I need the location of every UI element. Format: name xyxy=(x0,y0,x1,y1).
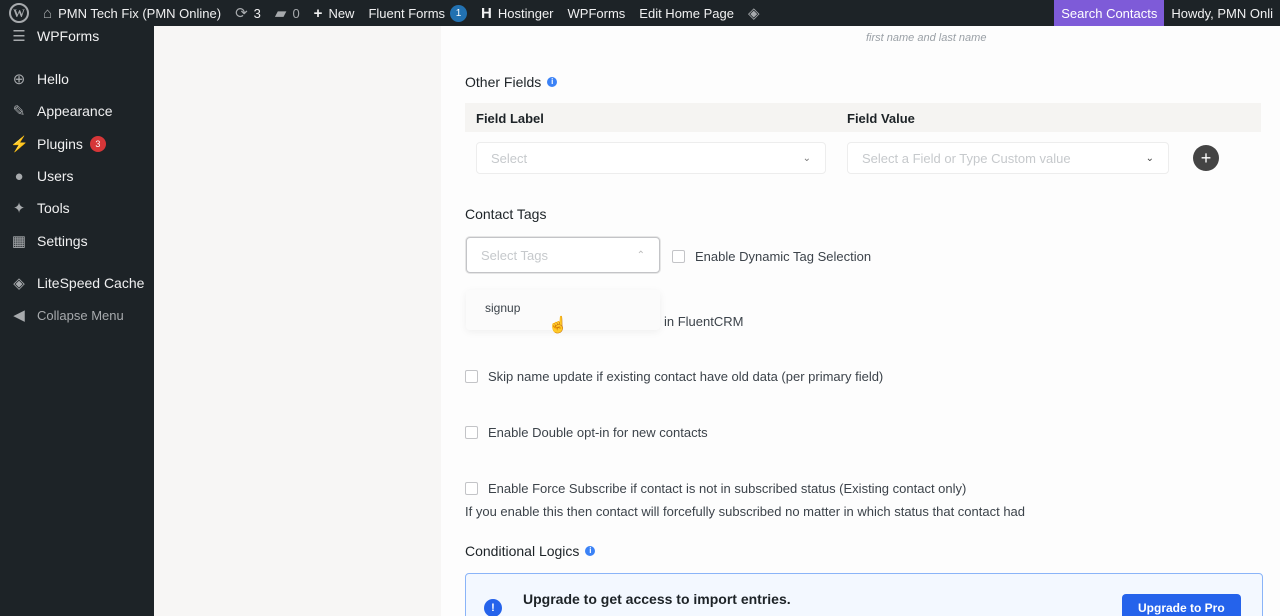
field-label-placeholder: Select xyxy=(491,150,528,166)
brush-icon: ✎ xyxy=(12,103,26,120)
hostinger-link[interactable]: H Hostinger xyxy=(474,0,560,26)
chevron-down-icon: ⌄ xyxy=(802,152,811,164)
edit-page-link[interactable]: Edit Home Page xyxy=(632,0,741,26)
hostinger-icon: H xyxy=(481,4,492,22)
sidebar-item-label: Settings xyxy=(37,233,88,249)
search-contacts-button[interactable]: Search Contacts xyxy=(1054,0,1165,26)
other-fields-label: Other Fields xyxy=(465,74,542,90)
litespeed-icon: ◈ xyxy=(747,4,760,22)
wpforms-label: WPForms xyxy=(567,5,626,21)
sidebar-item-label: Tools xyxy=(37,200,70,216)
collapse-menu-label: Collapse Menu xyxy=(37,307,124,323)
collapse-icon: ◀ xyxy=(13,307,25,324)
wrench-icon: ✦ xyxy=(12,200,26,217)
updates-count: 3 xyxy=(253,5,261,21)
form-icon: ☰ xyxy=(12,28,26,45)
name-field-hint: first name and last name xyxy=(866,32,987,44)
plus-circle-icon: ⊕ xyxy=(12,71,26,88)
upgrade-to-pro-button[interactable]: Upgrade to Pro xyxy=(1122,594,1241,616)
sidebar-item-tools[interactable]: ✦ Tools xyxy=(0,193,154,223)
comments-count: 0 xyxy=(292,5,300,21)
sidebar-item-label: Plugins xyxy=(37,136,83,152)
sidebar-item-plugins[interactable]: ⚡ Plugins 3 xyxy=(0,129,154,159)
sidebar-item-label: Users xyxy=(37,168,74,184)
field-value-placeholder: Select a Field or Type Custom value xyxy=(862,150,1071,166)
litespeed-icon: ◈ xyxy=(13,275,25,292)
new-content-link[interactable]: + New xyxy=(307,0,362,26)
double-optin-label: Enable Double opt-in for new contacts xyxy=(488,425,708,440)
field-label-header: Field Label xyxy=(476,111,544,126)
sidebar-item-appearance[interactable]: ✎ Appearance xyxy=(0,96,154,126)
howdy-label: Howdy, PMN Onli xyxy=(1171,5,1273,21)
collapse-menu-button[interactable]: ◀ Collapse Menu xyxy=(0,300,154,330)
wordpress-icon: W xyxy=(9,3,29,23)
comment-icon: ▰ xyxy=(274,4,287,22)
conditional-logics-label: Conditional Logics xyxy=(465,543,580,559)
skip-name-checkbox[interactable] xyxy=(465,370,478,383)
force-subscribe-label: Enable Force Subscribe if contact is not… xyxy=(488,481,967,496)
comments-link[interactable]: ▰ 0 xyxy=(268,0,307,26)
add-field-button[interactable]: + xyxy=(1193,145,1219,171)
hostinger-label: Hostinger xyxy=(497,5,554,21)
field-label-select[interactable]: Select ⌄ xyxy=(476,142,826,174)
plug-icon: ⚡ xyxy=(10,136,29,153)
plugins-count-badge: 3 xyxy=(89,136,106,152)
refresh-icon: ⟳ xyxy=(235,4,248,22)
sidebar-item-label: Hello xyxy=(37,71,69,87)
sidebar-item-label: Appearance xyxy=(37,103,113,119)
field-value-header: Field Value xyxy=(847,111,915,126)
sidebar-item-settings[interactable]: ▦ Settings xyxy=(0,226,154,256)
dynamic-tag-checkbox[interactable] xyxy=(672,250,685,263)
force-subscribe-checkbox[interactable] xyxy=(465,482,478,495)
tag-option-signup[interactable]: signup xyxy=(485,301,520,315)
sidebar-item-users[interactable]: ● Users xyxy=(0,161,154,191)
admin-bar: W ⌂ PMN Tech Fix (PMN Online) ⟳ 3 ▰ 0 + … xyxy=(0,0,1280,26)
conditional-logics-title: Conditional Logics i xyxy=(465,543,596,559)
upgrade-title: Upgrade to get access to import entries. xyxy=(523,591,791,607)
litespeed-menu[interactable]: ◈ xyxy=(741,0,773,26)
other-fields-title: Other Fields i xyxy=(465,74,558,90)
skip-name-label: Skip name update if existing contact hav… xyxy=(488,369,884,384)
tags-select-placeholder: Select Tags xyxy=(481,247,548,263)
sidebar-item-litespeed[interactable]: ◈ LiteSpeed Cache xyxy=(0,268,154,298)
home-icon: ⌂ xyxy=(43,4,53,22)
plus-icon: + xyxy=(313,4,323,22)
chevron-down-icon: ⌄ xyxy=(1145,152,1154,164)
account-menu[interactable]: Howdy, PMN Onli xyxy=(1164,0,1280,26)
sidebar-item-wpforms[interactable]: ☰ WPForms xyxy=(0,21,154,51)
fluent-forms-label: Fluent Forms xyxy=(368,5,446,21)
force-subscribe-help: If you enable this then contact will for… xyxy=(465,504,1026,519)
search-contacts-label: Search Contacts xyxy=(1061,5,1158,21)
admin-sidebar: ☰ WPForms ⊕ Hello ✎ Appearance ⚡ Plugins… xyxy=(0,26,154,616)
fluent-forms-badge: 1 xyxy=(450,4,468,22)
contact-tags-title: Contact Tags xyxy=(465,206,547,222)
fluent-forms-link[interactable]: Fluent Forms 1 xyxy=(361,0,474,26)
tags-select[interactable]: Select Tags ⌃ xyxy=(466,237,660,273)
sidebar-item-hello[interactable]: ⊕ Hello xyxy=(0,64,154,94)
info-icon[interactable]: i xyxy=(585,546,596,556)
info-icon[interactable]: i xyxy=(547,77,558,87)
updates-link[interactable]: ⟳ 3 xyxy=(228,0,268,26)
sidebar-item-label: WPForms xyxy=(37,28,100,44)
dynamic-tag-label: Enable Dynamic Tag Selection xyxy=(695,249,872,264)
edit-page-label: Edit Home Page xyxy=(639,5,734,21)
alert-icon: ! xyxy=(484,599,502,616)
new-label: New xyxy=(328,5,355,21)
double-optin-checkbox[interactable] xyxy=(465,426,478,439)
chevron-up-icon: ⌃ xyxy=(636,249,645,261)
field-value-select[interactable]: Select a Field or Type Custom value ⌄ xyxy=(847,142,1169,174)
user-icon: ● xyxy=(14,167,24,185)
sidebar-item-label: LiteSpeed Cache xyxy=(37,275,145,291)
wpforms-link[interactable]: WPForms xyxy=(561,0,633,26)
mouse-cursor-icon: ☝ xyxy=(548,317,568,334)
settings-icon: ▦ xyxy=(11,233,27,250)
fluentcrm-partial-text: in FluentCRM xyxy=(664,314,744,329)
site-name-label: PMN Tech Fix (PMN Online) xyxy=(58,5,222,21)
